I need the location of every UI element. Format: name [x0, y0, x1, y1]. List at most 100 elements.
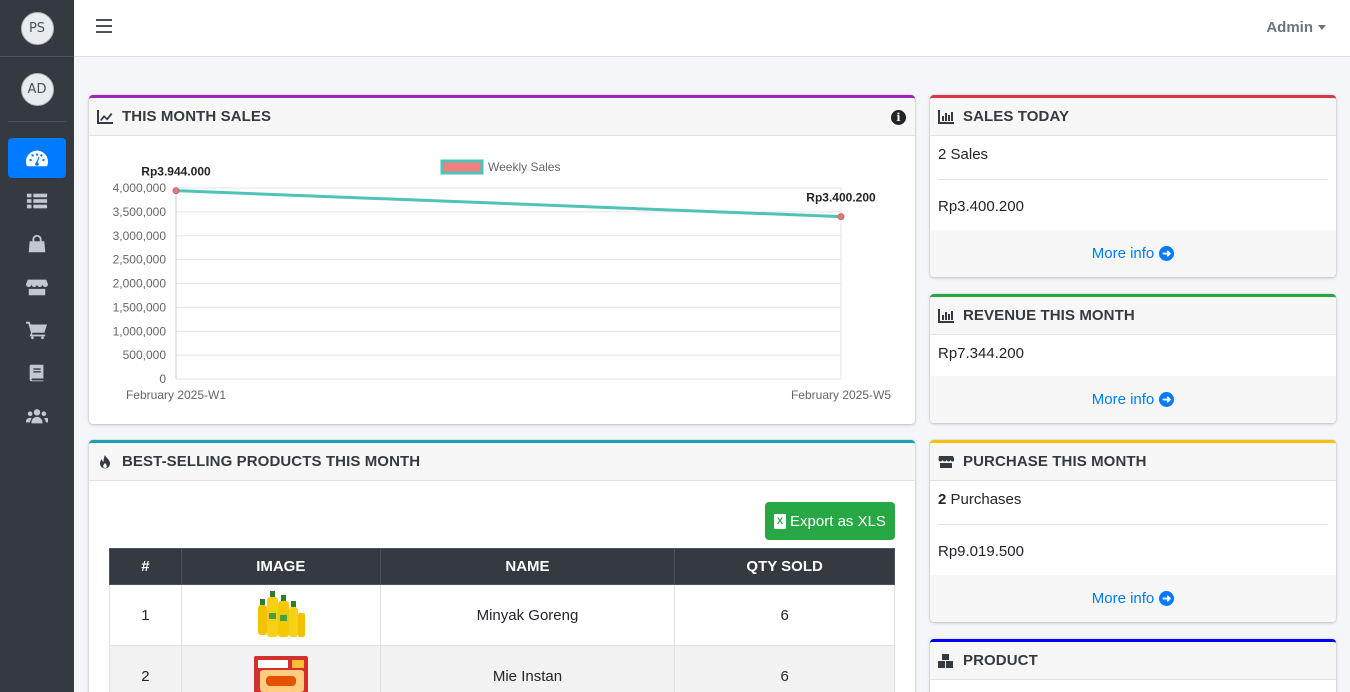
boxes-icon: [938, 653, 953, 668]
export-xls-label: Export as XLS: [790, 512, 886, 530]
cart-icon: [26, 321, 48, 340]
data-label: Rp3.944.000: [141, 165, 211, 179]
fire-icon: [100, 454, 110, 468]
cooking-oil-product-image: [254, 589, 308, 641]
shopping-bag-icon: [28, 234, 46, 253]
sidebar-item-cart[interactable]: [8, 310, 66, 350]
user-menu-label: Admin: [1266, 19, 1313, 36]
user-avatar[interactable]: AD: [20, 72, 54, 106]
info-icon[interactable]: i: [891, 110, 906, 125]
user-menu-dropdown[interactable]: Admin: [1266, 19, 1326, 36]
sales-today-header: SALES TODAY: [930, 98, 1336, 136]
y-tick-label: 3,500,000: [113, 205, 167, 219]
bar-chart-icon: [938, 109, 954, 124]
data-point: [172, 187, 180, 195]
users-icon: [26, 409, 48, 424]
y-tick-label: 500,000: [123, 348, 167, 362]
row-number: 1: [109, 584, 182, 646]
table-row: 1 Minyak Goreng 6: [109, 584, 895, 646]
qty-sold: 6: [674, 645, 895, 692]
more-info-label: More info: [1091, 590, 1155, 607]
revenue-more-info-link[interactable]: More info ➜: [930, 376, 1336, 423]
arrow-circle-right-icon: ➜: [1159, 246, 1175, 261]
legend-label: Weekly Sales: [488, 160, 560, 174]
best-selling-table: # IMAGE NAME QTY SOLD 1 Minyak Goreng 6 …: [109, 548, 895, 692]
column-header-qty-sold[interactable]: QTY SOLD: [674, 548, 895, 585]
revenue-card: REVENUE THIS MONTH Rp7.344.200 More info…: [930, 294, 1336, 423]
dashboard-icon: [26, 150, 48, 167]
caret-down-icon: [1318, 25, 1326, 30]
book-icon: [29, 364, 44, 382]
sidebar-item-products[interactable]: [8, 224, 66, 264]
table-row: 2 Mie Instan 6: [109, 645, 895, 692]
sales-today-amount: Rp3.400.200: [938, 198, 1024, 215]
sidebar-item-store[interactable]: [8, 267, 66, 307]
store-icon: [938, 455, 954, 468]
table-header-row: # IMAGE NAME QTY SOLD: [109, 548, 895, 585]
sales-chart-card: THIS MONTH SALES i 0 500,000 1,000,000 1,50…: [89, 95, 915, 424]
column-header-number[interactable]: #: [109, 548, 182, 585]
best-selling-header: BEST-SELLING PRODUCTS THIS MONTH: [89, 443, 915, 481]
instant-noodle-product-image: [253, 650, 308, 692]
line-chart-icon: [97, 109, 113, 124]
user-panel[interactable]: AD: [8, 57, 66, 122]
legend-swatch: [440, 159, 484, 175]
list-icon: [26, 193, 48, 209]
sidebar: PS AD: [0, 0, 74, 692]
store-icon: [26, 279, 48, 296]
brand[interactable]: PS: [0, 0, 74, 57]
y-tick-label: 1,500,000: [113, 300, 167, 314]
best-selling-title: BEST-SELLING PRODUCTS THIS MONTH: [122, 453, 421, 470]
sales-today-title: SALES TODAY: [963, 108, 1070, 125]
row-number: 2: [109, 645, 182, 692]
purchase-count: 2 Purchases: [930, 481, 1336, 524]
qty-sold: 6: [674, 584, 895, 646]
revenue-title: REVENUE THIS MONTH: [963, 307, 1135, 324]
export-xls-button[interactable]: X Export as XLS: [765, 502, 895, 540]
data-point: [837, 213, 845, 221]
purchase-card: PURCHASE THIS MONTH 2 Purchases Rp9.019.…: [930, 440, 1336, 622]
column-header-name[interactable]: NAME: [379, 548, 676, 585]
x-tick-label: February 2025-W1: [126, 388, 226, 402]
y-tick-label: 2,000,000: [113, 277, 167, 291]
product-image-cell: [180, 584, 381, 646]
column-header-image[interactable]: IMAGE: [180, 548, 381, 585]
more-info-label: More info: [1091, 245, 1155, 262]
sales-today-count: 2 Sales: [938, 146, 989, 163]
purchase-header: PURCHASE THIS MONTH: [930, 443, 1336, 481]
purchase-amount: Rp9.019.500: [938, 543, 1024, 560]
y-tick-label: 1,000,000: [113, 324, 167, 338]
purchase-title: PURCHASE THIS MONTH: [963, 453, 1147, 470]
best-selling-card: BEST-SELLING PRODUCTS THIS MONTH X Expor…: [89, 440, 915, 692]
y-tick-label: 2,500,000: [113, 253, 167, 267]
revenue-amount: Rp7.344.200: [938, 345, 1024, 362]
weekly-sales-line-chart: 0 500,000 1,000,000 1,500,000 2,000,000 2,500…: [113, 159, 891, 402]
more-info-label: More info: [1091, 391, 1155, 408]
y-tick-label: 0: [159, 372, 166, 386]
sidebar-nav: [0, 122, 74, 436]
excel-file-icon: X: [774, 513, 787, 529]
data-label: Rp3.400.200: [806, 191, 876, 205]
product-name: Minyak Goreng: [379, 584, 676, 646]
bar-chart-icon: [938, 308, 954, 323]
sales-chart-header: THIS MONTH SALES: [89, 98, 915, 136]
sales-chart-title: THIS MONTH SALES: [122, 108, 272, 125]
product-header: PRODUCT: [930, 642, 1336, 680]
sales-today-more-info-link[interactable]: More info ➜: [930, 230, 1336, 277]
brand-avatar[interactable]: PS: [20, 11, 54, 45]
purchase-more-info-link[interactable]: More info ➜: [930, 575, 1336, 622]
sidebar-item-dashboard[interactable]: [8, 138, 66, 178]
hamburger-menu-icon[interactable]: [96, 19, 112, 35]
y-tick-label: 4,000,000: [113, 181, 167, 195]
product-card: PRODUCT: [930, 639, 1336, 692]
arrow-circle-right-icon: ➜: [1159, 392, 1175, 407]
series-line: [175, 189, 842, 219]
sales-today-card: SALES TODAY 2 Sales Rp3.400.200 More inf…: [930, 95, 1336, 277]
arrow-circle-right-icon: ➜: [1159, 591, 1175, 606]
product-name: Mie Instan: [379, 645, 676, 692]
sidebar-item-users[interactable]: [8, 396, 66, 436]
revenue-header: REVENUE THIS MONTH: [930, 297, 1336, 335]
sidebar-item-book[interactable]: [8, 353, 66, 393]
sidebar-item-list[interactable]: [8, 181, 66, 221]
y-tick-label: 3,000,000: [113, 229, 167, 243]
